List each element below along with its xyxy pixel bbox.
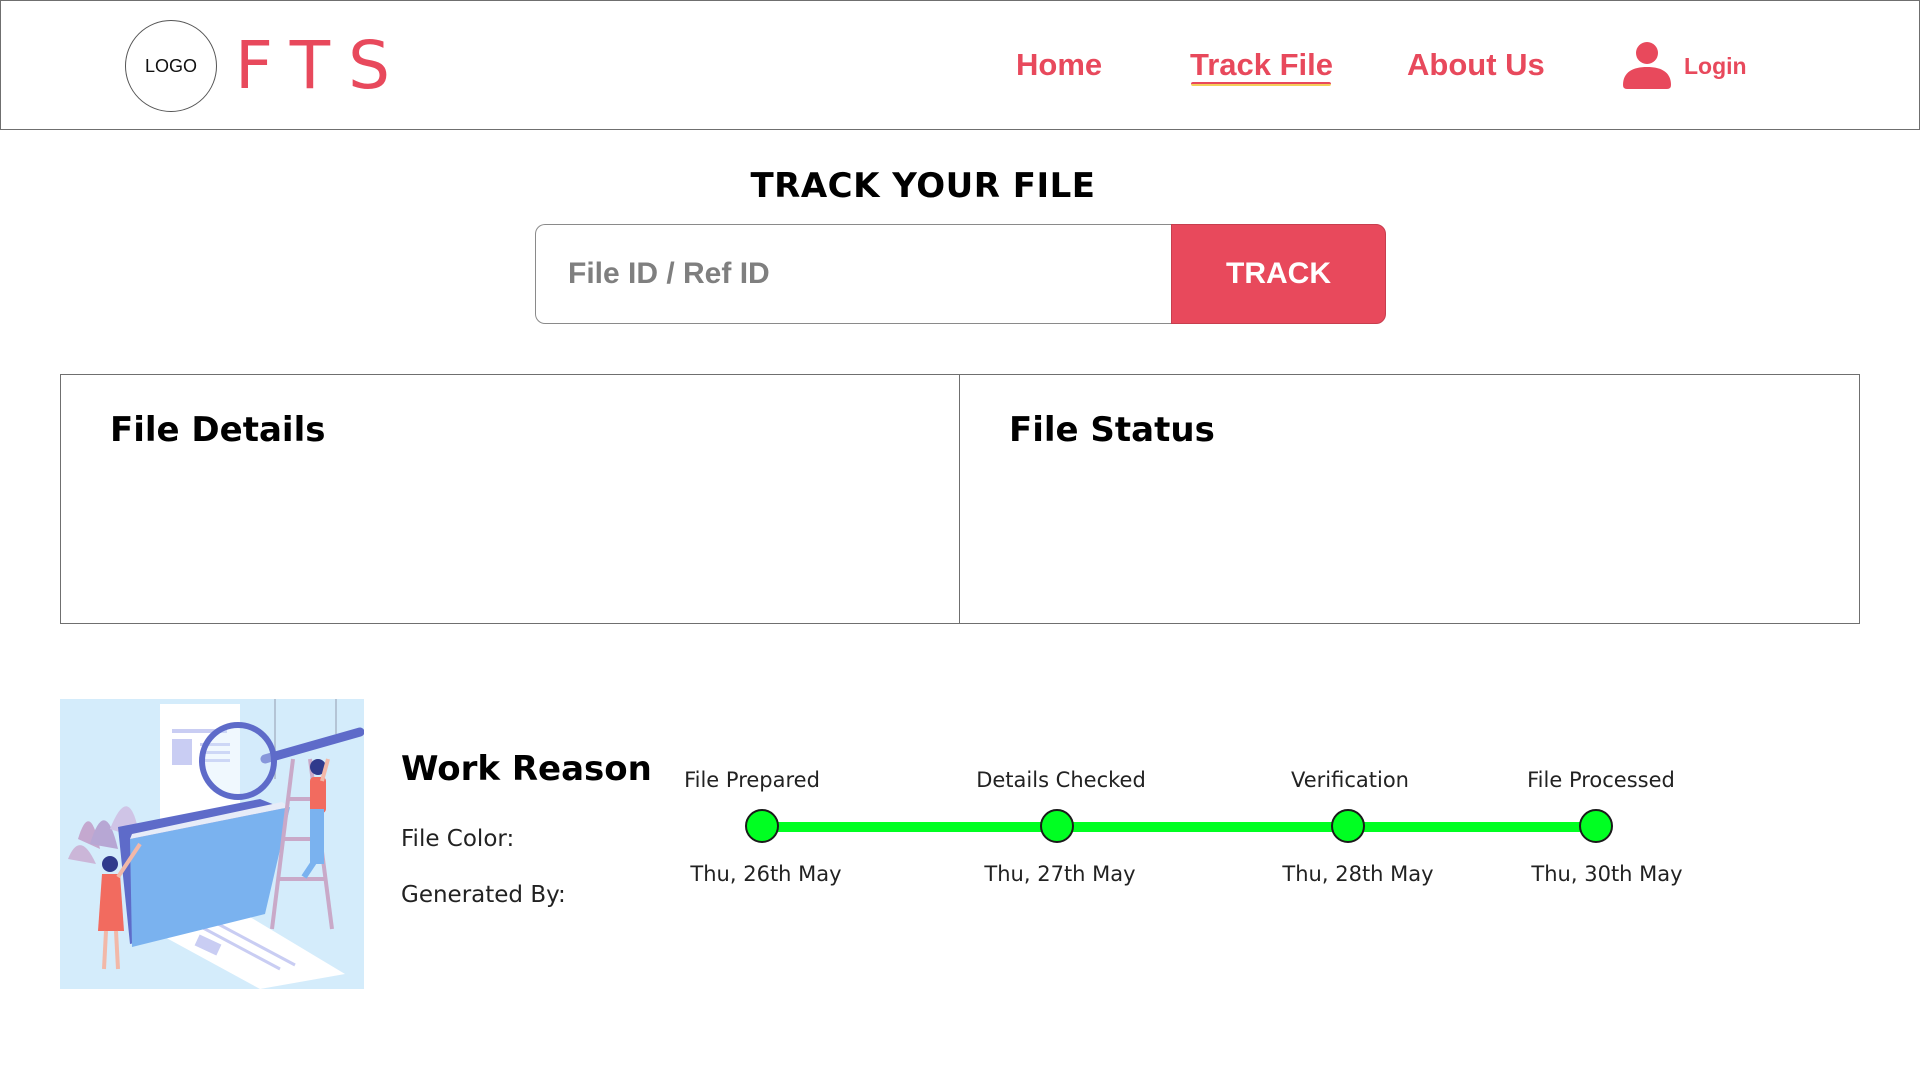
track-title: TRACK YOUR FILE [750,166,1096,206]
top-navbar: LOGO FTS Home Track File About Us Login [0,0,1920,130]
step-date: Thu, 26th May [690,862,842,886]
illustration-art [68,699,364,989]
nav-home[interactable]: Home [1016,45,1102,85]
step-label: Details Checked [976,768,1146,792]
nav-about-us[interactable]: About Us [1407,45,1545,85]
step-dot [1040,809,1074,843]
file-id-input[interactable] [535,224,1177,324]
login-link[interactable]: Login [1684,51,1747,81]
step-label: Verification [1291,768,1409,792]
nav-track-file[interactable]: Track File [1190,45,1333,85]
step-label: File Prepared [684,768,820,792]
step-dot [1579,809,1613,843]
logo[interactable]: LOGO [125,20,217,112]
user-icon[interactable] [1621,39,1673,91]
step-date: Thu, 27th May [984,862,1136,886]
step-dot [745,809,779,843]
timeline-progress-line [762,822,1595,832]
file-status-panel: File Status [959,374,1860,624]
step-dot [1331,809,1365,843]
generated-by-label: Generated By: [401,882,566,908]
step-label: File Processed [1527,768,1675,792]
brand-name[interactable]: FTS [235,27,408,105]
logo-text: LOGO [144,55,197,76]
active-nav-underline [1191,82,1331,86]
step-date: Thu, 30th May [1531,862,1683,886]
track-button[interactable]: TRACK [1171,224,1386,324]
file-color-label: File Color: [401,826,515,852]
file-details-title: File Details [110,410,326,450]
file-status-title: File Status [1009,410,1215,450]
work-reason-title: Work Reason [401,749,652,789]
file-search-illustration [60,699,364,989]
step-date: Thu, 28th May [1282,862,1434,886]
file-details-panel: File Details [60,374,960,624]
